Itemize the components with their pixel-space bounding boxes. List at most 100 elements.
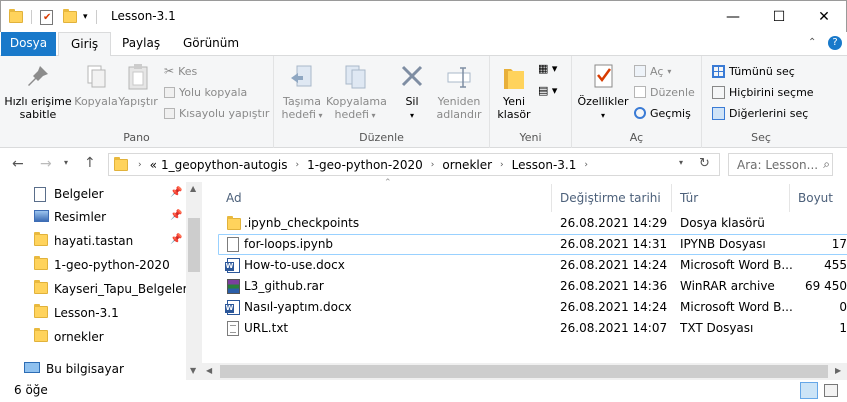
pin-icon[interactable]: 📌 [170, 210, 182, 221]
nav-item-kayseri[interactable]: Kayseri_Tapu_Belgelerim [0, 278, 203, 300]
scroll-up-icon[interactable]: ▲ [190, 184, 196, 193]
forward-arrow-icon[interactable]: → [40, 156, 52, 172]
tab-share[interactable]: Paylaş [110, 32, 172, 56]
file-row[interactable]: Nasıl-yaptım.docx 26.08.2021 14:24 Micro… [218, 297, 847, 318]
chevron-right-icon[interactable]: › [431, 160, 435, 170]
copy-icon [87, 65, 106, 88]
file-row[interactable]: for-loops.ipynb 26.08.2021 14:31 IPYNB D… [218, 234, 847, 255]
cut-button[interactable]: ✂ Kes [164, 62, 197, 80]
pin-icon[interactable]: 📌 [170, 187, 182, 198]
address-dropdown-icon[interactable]: ▾ [679, 158, 683, 167]
collapse-ribbon-icon[interactable]: ⌃ [808, 37, 816, 48]
scroll-left-icon[interactable]: ◀ [206, 366, 212, 375]
search-input[interactable]: Ara: Lesson... ⌕ [728, 153, 833, 176]
chevron-right-icon[interactable]: › [584, 160, 588, 170]
tab-home[interactable]: Giriş [58, 32, 112, 57]
pin-icon[interactable]: 📌 [170, 234, 182, 245]
group-organize: Taşıma hedefi ▾ Kopyalama hedefi ▾ Sil ▾ … [274, 56, 490, 148]
breadcrumb-item[interactable]: Lesson-3.1 [512, 158, 577, 172]
properties-icon[interactable]: ✔ [40, 9, 53, 25]
details-view-icon[interactable] [800, 382, 818, 399]
nav-item-pictures[interactable]: Resimler 📌 [0, 206, 190, 228]
nav-item-this-pc[interactable]: Bu bilgisayar [0, 358, 190, 380]
file-name: L3_github.rar [244, 279, 324, 293]
copy-button[interactable]: Kopyala [74, 60, 118, 108]
select-all-button[interactable]: Tümünü seç [712, 62, 795, 80]
folder-icon [34, 280, 48, 294]
file-row[interactable]: .ipynb_checkpoints 26.08.2021 14:29 Dosy… [218, 213, 847, 234]
recent-locations-icon[interactable]: ▾ [64, 158, 68, 167]
status-bar: 6 öğe [0, 380, 847, 402]
file-row[interactable]: URL.txt 26.08.2021 14:07 TXT Dosyası 1 [218, 318, 847, 339]
folder-icon [34, 256, 48, 270]
breadcrumb-item[interactable]: ornekler [442, 158, 492, 172]
nav-item-ornekler[interactable]: ornekler [0, 326, 190, 348]
up-arrow-icon[interactable]: ↑ [84, 155, 96, 171]
easy-access-icon[interactable]: ▤ ▾ [538, 84, 557, 97]
open-icon [634, 65, 646, 77]
invert-selection-button[interactable]: Diğerlerini seç [712, 104, 808, 122]
new-folder-icon[interactable] [63, 9, 77, 23]
rename-button[interactable]: Yeniden adlandır [434, 60, 484, 121]
maximize-button[interactable]: ☐ [756, 1, 802, 32]
chevron-right-icon[interactable]: › [500, 160, 504, 170]
nav-item-hayati[interactable]: hayati.tastan 📌 [0, 230, 190, 252]
title-bar: ✔ ▾ Lesson-3.1 — ☐ ✕ [0, 0, 847, 32]
scroll-right-icon[interactable]: ▶ [835, 366, 841, 375]
history-button[interactable]: Geçmiş [634, 104, 691, 122]
breadcrumb-item[interactable]: 1-geo-python-2020 [307, 158, 423, 172]
close-button[interactable]: ✕ [801, 1, 847, 32]
ribbon-tab-bar: Dosya Giriş Paylaş Görünüm ⌃ ? [0, 32, 847, 57]
group-label-organize: Düzenle [359, 131, 404, 144]
address-bar[interactable]: › « 1_geopython-autogis › 1-geo-python-2… [108, 153, 720, 176]
invert-selection-label: Diğerlerini seç [729, 106, 809, 120]
paste-button[interactable]: Yapıştır [118, 60, 158, 108]
column-header-date[interactable]: Değiştirme tarihi [552, 184, 672, 212]
navigation-scrollbar[interactable]: ▲ ▼ [186, 182, 202, 380]
tab-view[interactable]: Görünüm [171, 32, 251, 56]
help-icon[interactable]: ? [828, 36, 842, 50]
nav-item-geo-python[interactable]: 1-geo-python-2020 [0, 254, 190, 276]
tab-file[interactable]: Dosya [1, 32, 56, 56]
file-type: TXT Dosyası [680, 321, 754, 335]
copy-path-button[interactable]: Yolu kopyala [164, 83, 247, 101]
group-select: Tümünü seç Hiçbirini seçme Diğerlerini s… [702, 56, 820, 148]
copy-to-button[interactable]: Kopyalama hedefi ▾ [326, 60, 387, 122]
scrollbar-thumb[interactable] [188, 218, 200, 272]
large-icons-view-icon[interactable] [824, 384, 838, 397]
nav-item-lesson[interactable]: Lesson-3.1 [0, 302, 190, 324]
column-header-size[interactable]: Boyut [790, 184, 847, 212]
folder-icon [34, 232, 48, 246]
nav-item-documents[interactable]: Belgeler 📌 [0, 183, 190, 205]
paste-shortcut-button[interactable]: Kısayolu yapıştır [164, 104, 269, 122]
move-to-label-2: hedefi [281, 108, 316, 121]
pin-quick-access-button[interactable]: Hızlı erişime sabitle [4, 60, 72, 121]
customize-toolbar-icon[interactable]: ▾ [83, 12, 88, 22]
nav-item-label: Resimler [54, 210, 107, 224]
nav-item-label: 1-geo-python-2020 [54, 258, 170, 272]
select-none-button[interactable]: Hiçbirini seçme [712, 83, 814, 101]
file-row[interactable]: L3_github.rar 26.08.2021 14:36 WinRAR ar… [218, 276, 847, 297]
refresh-icon[interactable]: ↻ [699, 156, 710, 171]
text-file-icon [227, 321, 239, 336]
back-arrow-icon[interactable]: ← [12, 156, 24, 172]
column-header-type[interactable]: Tür [672, 184, 790, 212]
copy-label: Kopyala [74, 95, 118, 108]
column-header-name[interactable]: Ad [218, 184, 552, 212]
new-folder-button[interactable]: Yeni klasör [494, 60, 534, 121]
open-button[interactable]: Aç ▾ [634, 62, 671, 80]
move-to-button[interactable]: Taşıma hedefi ▾ [280, 60, 324, 122]
breadcrumb-item[interactable]: 1_geopython-autogis [161, 158, 288, 172]
properties-button[interactable]: Özellikler ▾ [576, 60, 630, 122]
scrollbar-thumb[interactable] [220, 365, 828, 378]
chevron-right-icon[interactable]: › [295, 160, 299, 170]
new-item-icon[interactable]: ▦ ▾ [538, 62, 557, 75]
minimize-button[interactable]: — [710, 1, 756, 32]
delete-button[interactable]: Sil ▾ [392, 60, 432, 122]
scroll-down-icon[interactable]: ▼ [190, 366, 196, 375]
horizontal-scrollbar[interactable]: ◀ ▶ [202, 363, 847, 380]
breadcrumb-overflow[interactable]: « [150, 158, 157, 172]
edit-button[interactable]: Düzenle [634, 83, 695, 101]
edit-icon [634, 86, 646, 98]
file-row[interactable]: How-to-use.docx 26.08.2021 14:24 Microso… [218, 255, 847, 276]
